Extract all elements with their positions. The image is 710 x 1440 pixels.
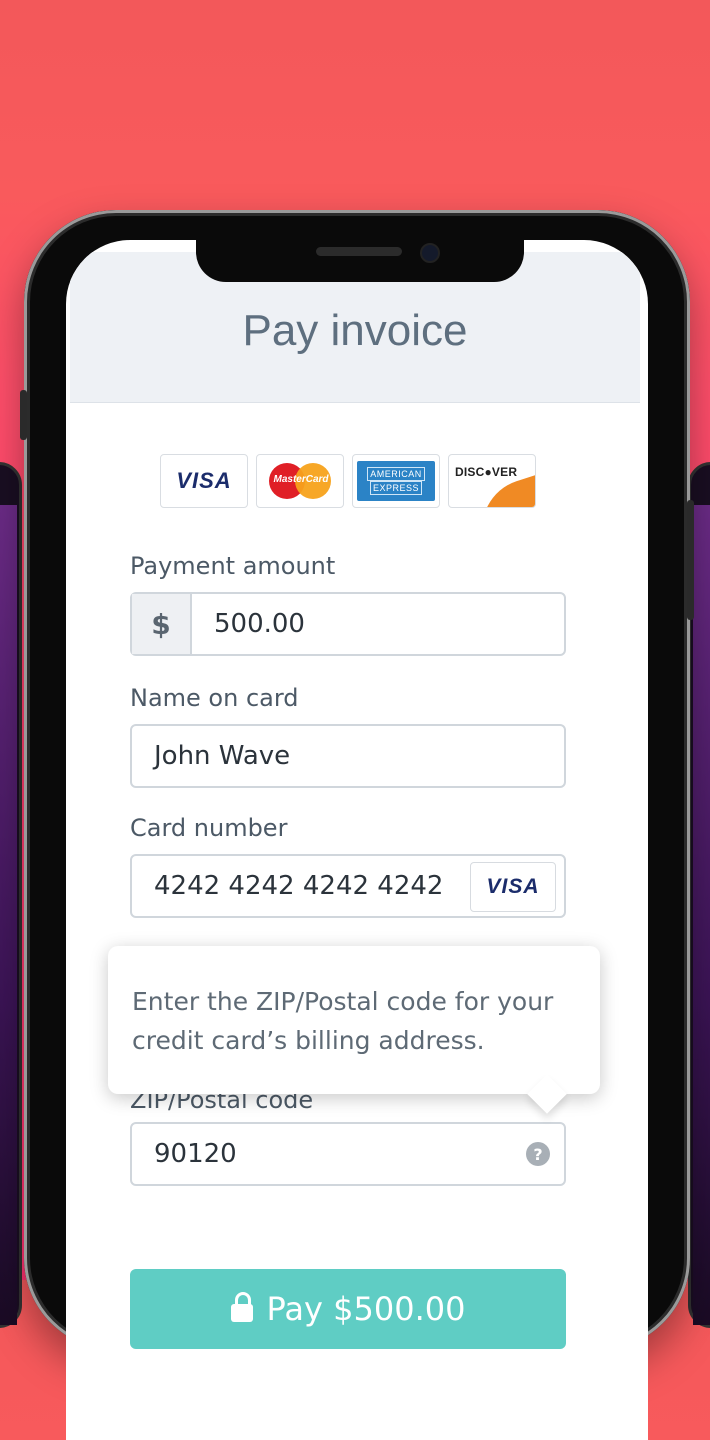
mastercard-logo: MasterCard <box>256 454 344 508</box>
mute-switch <box>20 390 27 440</box>
zip-help-tooltip: Enter the ZIP/Postal code for your credi… <box>108 946 600 1114</box>
card-number-value: 4242 4242 4242 4242 <box>154 871 444 901</box>
card-number-label: Card number <box>130 814 288 842</box>
phone-notch <box>196 240 524 282</box>
card-number-field[interactable]: 4242 4242 4242 4242 VISA <box>130 854 566 918</box>
lock-icon <box>230 1292 253 1322</box>
discover-logo: DISC●VER <box>448 454 536 508</box>
tooltip-text: Enter the ZIP/Postal code for your credi… <box>132 987 554 1055</box>
background-phone-left <box>0 462 22 1328</box>
payment-amount-label: Payment amount <box>130 552 336 580</box>
phone-frame: Pay invoice VISA MasterCard AMERICAN EXP… <box>20 210 694 1440</box>
zip-field[interactable]: 90120 ? <box>130 1122 566 1186</box>
visa-logo: VISA <box>160 454 248 508</box>
name-on-card-value: John Wave <box>154 741 291 771</box>
payment-amount-field[interactable]: $ 500.00 <box>130 592 566 656</box>
app-content: Pay invoice VISA MasterCard AMERICAN EXP… <box>70 252 640 1440</box>
pay-button[interactable]: Pay $500.00 <box>130 1269 566 1349</box>
camera-icon <box>420 243 440 263</box>
help-icon[interactable]: ? <box>526 1142 550 1166</box>
amex-logo: AMERICAN EXPRESS <box>352 454 440 508</box>
power-button <box>687 500 694 620</box>
name-on-card-label: Name on card <box>130 684 299 712</box>
currency-prefix: $ <box>132 594 192 654</box>
card-brand-badge: VISA <box>470 862 556 912</box>
phone-screen: Pay invoice VISA MasterCard AMERICAN EXP… <box>66 240 648 1440</box>
name-on-card-field[interactable]: John Wave <box>130 724 566 788</box>
speaker-grille <box>316 247 402 256</box>
accepted-cards: VISA MasterCard AMERICAN EXPRESS DISC●VE… <box>160 454 536 508</box>
zip-value: 90120 <box>154 1139 237 1169</box>
page-title: Pay invoice <box>242 306 468 355</box>
pay-button-label: Pay $500.00 <box>266 1290 466 1328</box>
payment-amount-value: 500.00 <box>214 609 305 639</box>
